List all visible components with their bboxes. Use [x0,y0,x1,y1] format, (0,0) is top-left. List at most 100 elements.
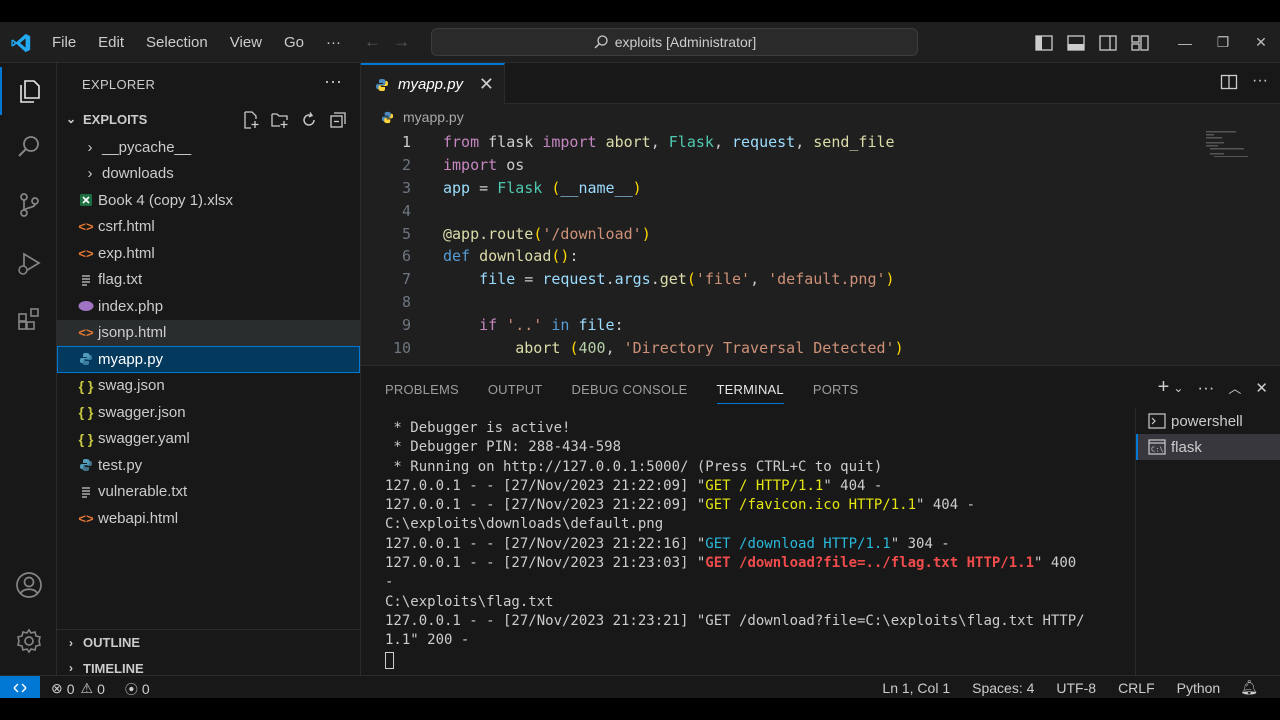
menu-view[interactable]: View [230,34,262,51]
terminal-text: * Running on http://127.0.0.1:5000/ (Pre… [385,458,883,475]
terminal-list: powershell C:\ flask [1135,408,1280,676]
json-icon: { } [78,377,94,394]
terminal-item-powershell[interactable]: powershell [1136,408,1280,434]
tree-file[interactable]: <> webapi.html [57,505,360,532]
tree-file[interactable]: <> exp.html [57,240,360,267]
terminal-text: GET /download?file=../flag.txt HTTP/1.1 [705,555,1035,572]
command-center-label: exploits [Administrator] [614,34,757,50]
tab-terminal[interactable]: TERMINAL [716,382,784,404]
breadcrumb[interactable]: myapp.py [381,109,464,125]
close-window-button[interactable]: ✕ [1242,22,1280,63]
tree-folder[interactable]: › downloads [57,161,360,188]
code-text: from flask import abort, Flask, request,… [443,133,895,152]
toggle-panel-icon[interactable] [1060,27,1092,59]
close-tab-icon[interactable]: ✕ [479,74,494,95]
code-text: file = request.args.get('file', 'default… [479,270,895,289]
menu-go[interactable]: Go [284,34,304,51]
panel-actions: + ⌄ ··· ︿ ✕ [1144,376,1268,399]
tree-folder[interactable]: › __pycache__ [57,134,360,161]
back-arrow-icon[interactable]: ← [364,32,393,51]
indentation[interactable]: Spaces: 4 [972,680,1034,696]
tab-output[interactable]: OUTPUT [488,382,543,404]
text-icon [75,273,97,287]
menu-more[interactable]: ··· [326,34,341,51]
encoding[interactable]: UTF-8 [1056,680,1096,696]
tab-problems[interactable]: PROBLEMS [385,382,459,404]
php-icon [75,300,97,312]
tree-file[interactable]: test.py [57,452,360,479]
menu-selection[interactable]: Selection [146,34,208,51]
tree-item-label: index.php [98,297,164,315]
new-folder-icon[interactable] [265,109,294,131]
bottom-panel: PROBLEMS OUTPUT DEBUG CONSOLE TERMINAL P… [361,365,1280,676]
line-number: 9 [401,315,411,334]
forward-arrow-icon[interactable]: → [393,32,422,51]
refresh-icon[interactable] [294,109,323,131]
tab-ports[interactable]: PORTS [813,382,859,404]
problems-status[interactable]: ⊗ 0 ⚠ 0 ⦿ 0 [51,679,150,698]
terminal-item-flask[interactable]: C:\ flask [1136,434,1280,460]
folder-header[interactable]: ⌄ EXPLOITS [57,107,360,131]
extensions-icon[interactable] [0,295,57,343]
tree-item-label: exp.html [98,244,155,262]
cursor-position[interactable]: Ln 1, Col 1 [882,680,950,696]
tree-file[interactable]: { } swagger.yaml [57,426,360,453]
panel-more-icon[interactable]: ··· [1197,378,1214,398]
search-activity-icon[interactable] [0,123,57,171]
terminal-text: GET / HTTP/1.1 [705,477,824,494]
run-debug-icon[interactable] [0,239,57,287]
terminal-text: " 400 [1034,555,1077,572]
restore-button[interactable]: ❐ [1204,22,1242,63]
source-control-icon[interactable] [0,181,57,229]
tree-file[interactable]: Book 4 (copy 1).xlsx [57,187,360,214]
explorer-sidebar: EXPLORER ··· ⌄ EXPLOITS › __pycache__ › dow… [57,63,361,676]
outline-section[interactable]: › OUTLINE [57,629,360,655]
menu-edit[interactable]: Edit [98,34,124,51]
end-of-line[interactable]: CRLF [1118,680,1155,696]
minimap[interactable] [1206,131,1250,157]
terminal-line: C:\exploits\downloads\default.png [385,516,1130,535]
warning-count: 0 [97,680,105,697]
minimize-button[interactable]: — [1166,22,1204,63]
tab-myapp-py[interactable]: myapp.py ✕ [361,63,505,104]
remote-indicator-icon[interactable] [0,676,40,698]
tree-file[interactable]: index.php [57,293,360,320]
collapse-all-icon[interactable] [323,109,352,131]
terminal-line: - [385,574,1130,593]
tree-file[interactable]: myapp.py [57,346,360,373]
menu-file[interactable]: File [52,34,76,51]
close-panel-icon[interactable]: ✕ [1255,379,1268,397]
editor-more-icon[interactable]: ··· [1252,73,1268,91]
notifications-bell-icon[interactable]: 🔔︎ [1240,679,1258,696]
tree-file[interactable]: { } swag.json [57,373,360,400]
chevron-down-icon[interactable]: ⌄ [1173,381,1183,395]
terminal-name: flask [1171,438,1202,456]
split-editor-icon[interactable] [1220,73,1238,91]
terminal-output[interactable]: * Debugger is active! * Debugger PIN: 28… [385,420,1130,671]
terminal-line: 127.0.0.1 - - [27/Nov/2023 21:22:16] "GE… [385,536,1130,555]
accounts-icon[interactable] [0,561,57,609]
explorer-icon[interactable] [0,67,57,115]
tree-file[interactable]: flag.txt [57,267,360,294]
tree-file[interactable]: <> csrf.html [57,214,360,241]
manage-gear-icon[interactable] [0,617,57,665]
tree-file[interactable]: { } swagger.json [57,399,360,426]
code-editor[interactable]: 1 from flask import abort, Flask, request… [361,131,1280,359]
explorer-actions [236,109,352,131]
new-terminal-icon[interactable]: + [1158,376,1170,399]
customize-layout-icon[interactable] [1124,27,1156,59]
line-number: 1 [401,133,411,152]
maximize-panel-icon[interactable]: ︿ [1228,378,1241,397]
tree-file[interactable]: <> jsonp.html [57,319,360,346]
new-file-icon[interactable] [236,109,265,131]
toggle-primary-sidebar-icon[interactable] [1028,27,1060,59]
code-text: import os [443,156,525,175]
tab-debug-console[interactable]: DEBUG CONSOLE [572,382,688,404]
terminal-text: " 404 - [823,477,883,494]
explorer-more-icon[interactable]: ··· [324,71,342,92]
svg-text:C:\: C:\ [1151,446,1164,454]
toggle-secondary-sidebar-icon[interactable] [1092,27,1124,59]
tree-file[interactable]: vulnerable.txt [57,479,360,506]
language-mode[interactable]: Python [1177,680,1221,696]
command-center[interactable]: exploits [Administrator] [431,28,918,56]
